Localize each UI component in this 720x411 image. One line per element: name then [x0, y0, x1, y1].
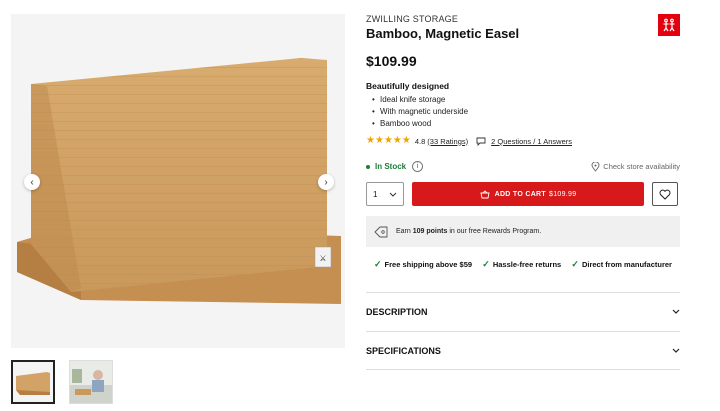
benefit-item: ✓ Direct from manufacturer [571, 259, 672, 270]
product-image-gallery: ⚔ ‹ › [11, 14, 345, 348]
wishlist-button[interactable] [652, 182, 678, 206]
chevron-down-icon [672, 348, 680, 353]
rewards-banner: Earn 109 points in our free Rewards Prog… [366, 216, 680, 247]
rewards-points: 109 points [412, 228, 448, 235]
product-brand: ZWILLING STORAGE [366, 14, 459, 24]
rewards-suffix: in our free Rewards Program. [449, 228, 542, 235]
rating-stars: ★ ★ ★ ★ ★ [366, 136, 411, 146]
stock-dot-icon [366, 164, 370, 169]
product-info: ZWILLING STORAGE Bamboo, Magnetic Easel … [366, 14, 680, 270]
cart-row: 1 ADD TO CART $109.99 [366, 182, 680, 206]
feature-item: Ideal knife storage [366, 94, 680, 106]
thumbnail-2[interactable] [69, 360, 113, 404]
qa-section: 2 Questions / 1 Answers [476, 137, 572, 146]
benefit-label: Free shipping above $59 [384, 260, 473, 269]
star-icon: ★ [374, 135, 384, 146]
features-title: Beautifully designed [366, 81, 450, 91]
thumbnail-1[interactable] [11, 360, 55, 404]
gallery-prev-button[interactable]: ‹ [24, 174, 40, 190]
add-to-cart-button[interactable]: ADD TO CART $109.99 [412, 182, 644, 206]
chat-bubble-icon [476, 137, 486, 146]
accordion-specifications-label: SPECIFICATIONS [366, 345, 441, 356]
check-icon: ✓ [482, 259, 490, 269]
chevron-down-icon [672, 309, 680, 314]
store-availability-label: Check store availability [603, 162, 680, 171]
ratings-count-link[interactable]: (33 Ratings) [427, 137, 468, 146]
thumbnail-1-image [13, 362, 53, 402]
benefit-label: Direct from manufacturer [581, 260, 672, 269]
star-icon: ★ [366, 135, 375, 146]
add-to-cart-price: $109.99 [549, 190, 577, 198]
store-availability[interactable]: Check store availability [591, 161, 680, 172]
qa-link[interactable]: 2 Questions / 1 Answers [491, 137, 572, 146]
quantity-value: 1 [373, 189, 378, 199]
rewards-prefix: Earn [396, 228, 411, 235]
stock-status: In Stock i [366, 161, 424, 172]
chevron-down-icon [389, 192, 397, 197]
add-to-cart-label: ADD TO CART [494, 190, 546, 198]
feature-item: Bamboo wood [366, 118, 680, 130]
stock-label: In Stock [375, 162, 407, 171]
benefit-label: Hassle-free returns [492, 260, 562, 269]
benefit-item: ✓ Free shipping above $59 [374, 259, 472, 270]
accordion-specifications[interactable]: SPECIFICATIONS [366, 331, 680, 369]
accordion-description-label: DESCRIPTION [366, 306, 428, 317]
location-pin-icon [591, 161, 600, 172]
check-icon: ✓ [374, 259, 382, 269]
cart-icon [480, 189, 490, 198]
stock-row: In Stock i Check store availability [366, 161, 680, 172]
heart-icon [659, 189, 671, 200]
features-list: Ideal knife storage With magnetic unders… [366, 94, 680, 130]
benefits-row: ✓ Free shipping above $59 ✓ Hassle-free … [366, 259, 680, 270]
feature-item: With magnetic underside [366, 106, 680, 118]
check-icon: ✓ [571, 259, 579, 269]
product-title: Bamboo, Magnetic Easel [366, 26, 520, 41]
accordion-description[interactable]: DESCRIPTION [366, 292, 680, 330]
thumbnail-strip [11, 360, 113, 404]
accordion-divider [366, 369, 680, 370]
info-icon[interactable]: i [412, 161, 424, 172]
star-icon: ★ [401, 135, 411, 146]
twin-figure-icon [663, 18, 675, 32]
star-icon: ★ [383, 135, 393, 146]
quantity-select[interactable]: 1 [366, 182, 404, 206]
rating-value: 4.8 [414, 136, 426, 146]
benefit-item: ✓ Hassle-free returns [482, 259, 561, 270]
svg-text:⚔: ⚔ [319, 254, 326, 263]
product-image: ⚔ [17, 58, 341, 304]
rating-row: ★ ★ ★ ★ ★ 4.8 (33 Ratings) 2 Questions /… [366, 136, 680, 146]
tag-icon [374, 226, 388, 237]
product-price: $109.99 [366, 53, 417, 69]
zwilling-logo [658, 14, 680, 36]
star-icon: ★ [392, 135, 402, 146]
gallery-next-button[interactable]: › [318, 174, 334, 190]
thumbnail-2-image [70, 361, 112, 403]
